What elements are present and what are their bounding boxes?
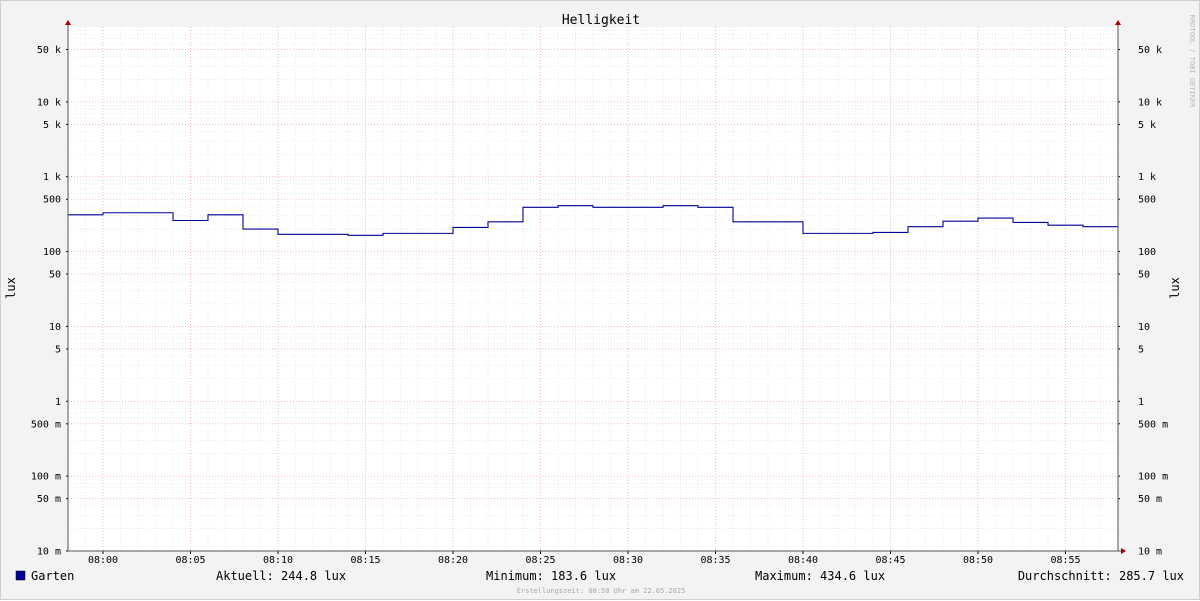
y-tick-label-left: 1 — [55, 397, 61, 408]
y-tick-label-left: 50 — [49, 270, 61, 281]
x-tick-label: 08:45 — [875, 555, 905, 566]
y-tick-label-right: 100 — [1138, 247, 1156, 258]
x-tick-label: 08:50 — [963, 555, 993, 566]
y-tick-label-right: 10 — [1138, 322, 1150, 333]
y-tick-label-left: 10 m — [37, 547, 61, 558]
y-tick-label-left: 500 — [43, 195, 61, 206]
y-tick-label-left: 50 k — [37, 45, 61, 56]
footer-timestamp: Erstellungszeit: 08:58 Uhr am 22.05.2025 — [517, 587, 686, 595]
y-axis-label-left: lux — [4, 277, 18, 299]
x-tick-label: 08:55 — [1050, 555, 1080, 566]
x-ticks: 08:00 08:05 08:10 08:15 08:20 08:25 08:30 08:35… — [88, 555, 1081, 566]
y-tick-label-right: 50 k — [1138, 45, 1162, 56]
y-tick-label-right: 10 m — [1138, 547, 1162, 558]
legend-average: Durchschnitt: 285.7 lux — [1018, 569, 1184, 583]
chart-canvas: 50 k 10 k 5 k 1 k 500 100 50 10 5 1 500 m 100 m 50 m… — [0, 0, 1200, 600]
y-tick-label-left: 500 m — [31, 419, 61, 430]
watermark: RRDTOOL / TOBI OETIKER — [1188, 15, 1196, 109]
legend-swatch — [15, 570, 26, 581]
y-tick-label-right: 1 — [1138, 397, 1144, 408]
y-tick-label-left: 50 m — [37, 494, 61, 505]
y-tick-label-left: 10 — [49, 322, 61, 333]
y-tick-label-left: 100 m — [31, 472, 61, 483]
x-tick-label: 08:25 — [525, 555, 555, 566]
y-tick-label-left: 5 k — [43, 120, 61, 131]
y-tick-label-right: 500 — [1138, 195, 1156, 206]
y-tick-label-right: 50 — [1138, 270, 1150, 281]
y-tick-label-right: 500 m — [1138, 419, 1168, 430]
x-axis-arrow — [1121, 548, 1126, 554]
y-axis-label-right: lux — [1168, 277, 1182, 299]
chart-title: Helligkeit — [562, 13, 640, 28]
x-tick-label: 08:20 — [438, 555, 468, 566]
y-axis-arrow-right — [1115, 20, 1121, 25]
x-tick-label: 08:35 — [700, 555, 730, 566]
x-tick-label: 08:40 — [788, 555, 818, 566]
y-tick-label-left: 10 k — [37, 97, 61, 108]
y-tick-label-right: 1 k — [1138, 172, 1156, 183]
y-tick-label-right: 50 m — [1138, 494, 1162, 505]
y-tick-label-right: 5 k — [1138, 120, 1156, 131]
y-tick-label-right: 100 m — [1138, 472, 1168, 483]
legend-maximum: Maximum: 434.6 lux — [755, 569, 885, 583]
x-tick-label: 08:05 — [175, 555, 205, 566]
y-tick-label-left: 1 k — [43, 172, 61, 183]
y-tick-label-left: 100 — [43, 247, 61, 258]
y-ticks-right: 50 k 10 k 5 k 1 k 500 100 50 10 5 1 500 m 100 m 50 m… — [1138, 45, 1168, 557]
y-tick-label-right: 10 k — [1138, 97, 1162, 108]
y-axis-arrow-left — [65, 20, 71, 25]
legend-series-name: Garten — [31, 569, 74, 583]
x-tick-label: 08:00 — [88, 555, 118, 566]
legend-current: Aktuell: 244.8 lux — [216, 569, 346, 583]
legend-minimum: Minimum: 183.6 lux — [486, 569, 616, 583]
y-tick-label-right: 5 — [1138, 344, 1144, 355]
y-ticks-left: 50 k 10 k 5 k 1 k 500 100 50 10 5 1 500 m 100 m 50 m… — [31, 45, 61, 557]
x-tick-label: 08:15 — [350, 555, 380, 566]
x-tick-label: 08:30 — [613, 555, 643, 566]
x-tick-label: 08:10 — [263, 555, 293, 566]
brightness-chart: 50 k 10 k 5 k 1 k 500 100 50 10 5 1 500 m 100 m 50 m… — [4, 13, 1196, 595]
y-tick-label-left: 5 — [55, 344, 61, 355]
